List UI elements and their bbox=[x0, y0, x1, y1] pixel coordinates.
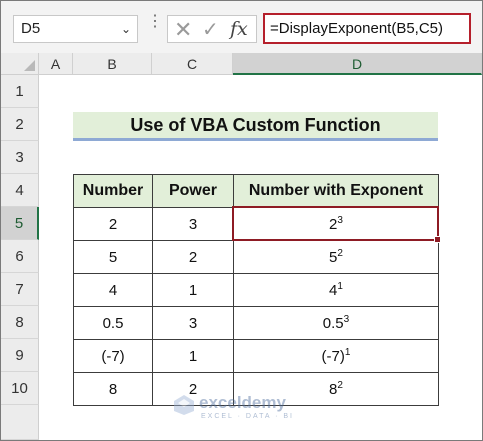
more-options-icon[interactable]: ⋮ bbox=[147, 14, 163, 30]
result-base: (-7) bbox=[321, 347, 345, 365]
row-header-1[interactable]: 1 bbox=[1, 75, 39, 108]
table-row: 4 1 41 bbox=[73, 273, 439, 307]
confirm-icon[interactable]: ✓ bbox=[202, 17, 219, 42]
table-row: (-7) 1 (-7)1 bbox=[73, 339, 439, 373]
result-exponent: 1 bbox=[344, 346, 351, 358]
excel-window: D5 ⌄ ⋮ ✕ ✓ fx =DisplayExponent(B5,C5) A … bbox=[0, 0, 483, 441]
watermark-brand: exceldemy bbox=[199, 393, 286, 412]
result-exponent: 2 bbox=[337, 379, 343, 391]
name-box-value: D5 bbox=[21, 20, 41, 37]
result-base: 0.5 bbox=[322, 314, 344, 332]
row-header-5[interactable]: 5 bbox=[1, 207, 39, 240]
table-header-row: Number Power Number with Exponent bbox=[73, 174, 439, 208]
table-row: 2 3 23 bbox=[73, 207, 439, 241]
cell-number[interactable]: 8 bbox=[73, 372, 153, 406]
formula-bar: D5 ⌄ ⋮ ✕ ✓ fx =DisplayExponent(B5,C5) bbox=[1, 1, 482, 54]
header-number[interactable]: Number bbox=[73, 174, 153, 208]
watermark-tagline: EXCEL · DATA · BI bbox=[201, 413, 294, 420]
exceldemy-logo-icon bbox=[174, 395, 194, 415]
row-header-3[interactable]: 3 bbox=[1, 141, 39, 174]
result-exponent: 3 bbox=[343, 313, 350, 325]
cell-number[interactable]: 4 bbox=[73, 273, 153, 307]
column-header-d[interactable]: D bbox=[233, 53, 482, 75]
row-header-overflow bbox=[1, 405, 39, 440]
cell-power[interactable]: 1 bbox=[152, 273, 234, 307]
result-exponent: 2 bbox=[337, 247, 343, 259]
cell-number[interactable]: 0.5 bbox=[73, 306, 153, 340]
cell-result[interactable]: (-7)1 bbox=[233, 339, 439, 373]
row-header-4[interactable]: 4 bbox=[1, 174, 39, 207]
row-header-2[interactable]: 2 bbox=[1, 108, 39, 141]
column-header-a[interactable]: A bbox=[39, 53, 73, 75]
watermark-logo: exceldemy EXCEL · DATA · BI bbox=[173, 392, 323, 426]
cancel-icon[interactable]: ✕ bbox=[174, 17, 192, 43]
row-header-6[interactable]: 6 bbox=[1, 240, 39, 273]
result-exponent: 1 bbox=[337, 280, 343, 292]
insert-function-icon[interactable]: fx bbox=[230, 18, 248, 40]
cell-result[interactable]: 23 bbox=[233, 207, 439, 241]
header-power[interactable]: Power bbox=[152, 174, 234, 208]
cell-number[interactable]: (-7) bbox=[73, 339, 153, 373]
table-row: 5 2 52 bbox=[73, 240, 439, 274]
data-table: Number Power Number with Exponent 2 3 23… bbox=[73, 174, 439, 406]
name-box[interactable]: D5 ⌄ bbox=[13, 15, 138, 43]
cell-result[interactable]: 0.53 bbox=[233, 306, 439, 340]
cell-power[interactable]: 1 bbox=[152, 339, 234, 373]
cell-result[interactable]: 41 bbox=[233, 273, 439, 307]
result-exponent: 3 bbox=[337, 214, 343, 226]
column-header-b[interactable]: B bbox=[73, 53, 152, 75]
row-header-9[interactable]: 9 bbox=[1, 339, 39, 372]
table-row: 0.5 3 0.53 bbox=[73, 306, 439, 340]
cell-number[interactable]: 5 bbox=[73, 240, 153, 274]
cell-power[interactable]: 2 bbox=[152, 240, 234, 274]
formula-input[interactable]: =DisplayExponent(B5,C5) bbox=[263, 13, 471, 44]
column-header-c[interactable]: C bbox=[152, 53, 233, 75]
cell-result[interactable]: 52 bbox=[233, 240, 439, 274]
formula-actions: ✕ ✓ fx bbox=[167, 15, 257, 43]
chevron-down-icon[interactable]: ⌄ bbox=[121, 16, 131, 42]
select-all-button[interactable] bbox=[1, 53, 39, 75]
sheet-title[interactable]: Use of VBA Custom Function bbox=[73, 112, 438, 141]
header-number-with-exponent[interactable]: Number with Exponent bbox=[233, 174, 439, 208]
cell-number[interactable]: 2 bbox=[73, 207, 153, 241]
row-header-7[interactable]: 7 bbox=[1, 273, 39, 306]
cell-power[interactable]: 3 bbox=[152, 306, 234, 340]
row-header-10[interactable]: 10 bbox=[1, 372, 39, 405]
row-header-8[interactable]: 8 bbox=[1, 306, 39, 339]
cell-power[interactable]: 3 bbox=[152, 207, 234, 241]
